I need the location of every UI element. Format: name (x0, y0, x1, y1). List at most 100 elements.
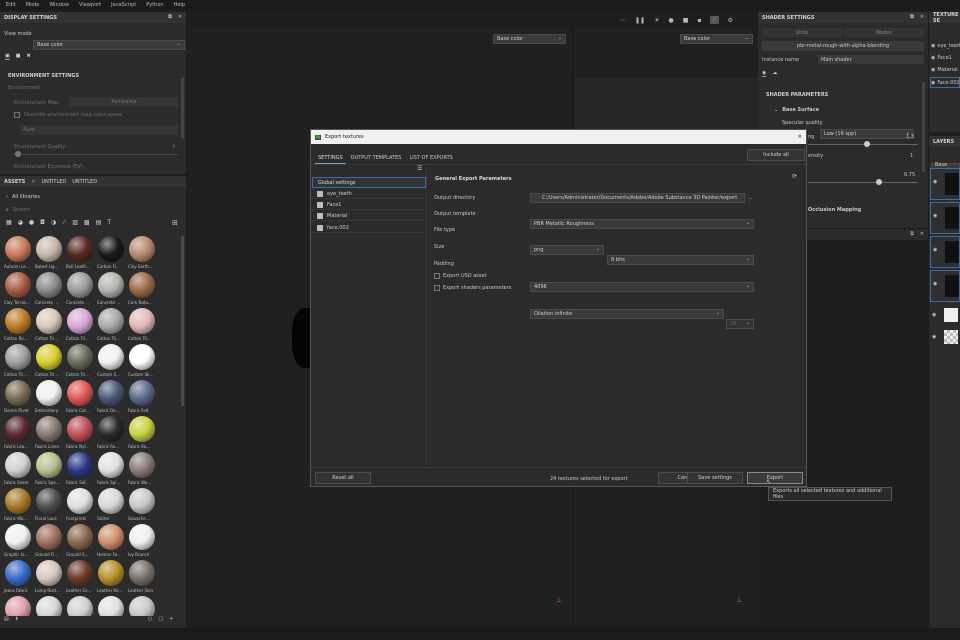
asset-tile[interactable]: Jeans Fabric (4, 560, 32, 598)
settings-icon[interactable]: ⚙ (728, 17, 733, 24)
asset-tile[interactable]: Fabric Ro... (97, 416, 125, 454)
padding-number[interactable]: 16 ⌄ (726, 319, 754, 329)
menu-help[interactable]: Help (174, 2, 185, 8)
asset-tile[interactable]: Concrete ... (35, 272, 63, 310)
asset-tile[interactable]: Fabric Nyl... (66, 416, 94, 454)
tree-item-material[interactable]: Material (311, 211, 425, 221)
menu-mode[interactable]: Mode (26, 2, 40, 8)
tab-settings[interactable]: SETTINGS (315, 153, 346, 164)
eye-icon[interactable]: ◉ (932, 334, 936, 340)
save-settings-button[interactable]: Save settings (687, 472, 743, 484)
reset-all-button[interactable]: Reset all (315, 472, 371, 484)
asset-tile[interactable] (66, 596, 94, 616)
layer-row[interactable]: ◉ (930, 270, 960, 302)
asset-tile[interactable]: Glitter (97, 488, 125, 526)
asset-tile[interactable]: Human Fe... (97, 524, 125, 562)
sun-icon[interactable]: ☀ (654, 17, 659, 24)
all-libraries-row[interactable]: › All libraries (6, 194, 40, 200)
asset-tile[interactable]: Ground S... (66, 524, 94, 562)
grid-icon[interactable]: ⋯ (620, 17, 626, 24)
asset-tile[interactable]: Floral Lace (35, 488, 63, 526)
tab-list-of-exports[interactable]: LIST OF EXPORTS (406, 153, 455, 164)
import-icon[interactable]: ⇟ (15, 616, 19, 622)
specular-quality-dropdown[interactable]: Low (16 spp) ⌄ (820, 129, 914, 139)
tree-item-eye-teeth[interactable]: eye_teeth (311, 189, 425, 199)
square-icon[interactable]: □ (158, 616, 163, 622)
eye-icon[interactable]: ◉ (931, 55, 935, 61)
menu-viewport[interactable]: Viewport (79, 2, 101, 8)
output-template-dropdown[interactable]: PBR Metallic Roughness ⌄ (530, 219, 754, 229)
asset-tile[interactable]: Embroidery (35, 380, 63, 418)
bit-depth-dropdown[interactable]: 8 bits ⌄ (607, 255, 754, 265)
asset-tile[interactable]: Custom Sk... (128, 344, 156, 382)
menu-python[interactable]: Python (146, 2, 163, 8)
checkbox[interactable] (317, 212, 323, 219)
asset-tile[interactable]: Fabric Ro... (128, 416, 156, 454)
viewport-left-mode[interactable]: Base color ⌄ (493, 34, 566, 44)
asset-tile[interactable] (97, 596, 125, 616)
asset-tile[interactable]: Fabric Sof... (66, 452, 94, 490)
search-input[interactable]: Search (13, 207, 30, 213)
asset-tile[interactable]: Cotton Tri... (66, 344, 94, 382)
asset-tile[interactable]: Graphic Io... (4, 524, 32, 562)
camera-icon[interactable]: ■ (683, 17, 689, 24)
asset-tile[interactable] (4, 596, 32, 616)
slider3-handle[interactable] (876, 179, 882, 185)
close-icon[interactable]: ✕ (798, 134, 802, 140)
texture-set-row-3[interactable]: ◉ Material (931, 67, 958, 73)
asset-tile[interactable]: Fabric Wo... (128, 452, 156, 490)
eye-icon[interactable]: ◉ (933, 281, 937, 287)
asset-tile[interactable]: Carbon Fi... (97, 236, 125, 274)
global-settings-item[interactable]: Global settings (312, 177, 426, 188)
alpha-filter-icon[interactable]: ▩ (84, 219, 90, 227)
env-map-button[interactable]: Panorama (70, 97, 178, 107)
close-icon[interactable]: ✕ (920, 231, 924, 237)
shader-sphere-icon[interactable]: ◉ (762, 70, 767, 77)
output-dir-field[interactable]: C:/Users/Administrator/Documents/Adobe/A… (530, 193, 745, 203)
close-icon[interactable]: ✕ (31, 179, 35, 185)
asset-tile[interactable]: Bull Leath... (66, 236, 94, 274)
asset-tile[interactable]: Ivy Branch (128, 524, 156, 562)
tree-item-face1[interactable]: Face1 (311, 200, 425, 210)
smart-material-filter-icon[interactable]: ◘ (40, 219, 45, 227)
asset-tile[interactable]: Lamp Rust... (35, 560, 63, 598)
list-view-icon[interactable]: ☰ (417, 165, 422, 172)
material-filter-icon[interactable]: ◕ (18, 219, 23, 227)
texture-set-row-2[interactable]: ◉ Face1 (931, 55, 952, 61)
asset-tile[interactable]: Fabric Cot... (66, 380, 94, 418)
brush-icon[interactable]: ⟋ (710, 16, 719, 24)
asset-tile[interactable]: Leather Skin (128, 560, 156, 598)
asset-tile[interactable]: Fabric Lea... (4, 416, 32, 454)
asset-tile[interactable]: Autumn Le... (4, 236, 32, 274)
layer-row[interactable]: ◉ (930, 168, 960, 200)
shader-selector[interactable]: pbr-metal-rough-with-alpha-blending (762, 41, 924, 51)
texture-set-row-4[interactable]: ◉ Face.002 (930, 77, 960, 88)
asset-tile[interactable] (35, 596, 63, 616)
checkbox[interactable] (317, 201, 323, 208)
eye-icon[interactable]: ◉ (931, 43, 935, 49)
padding-dropdown[interactable]: Dilation infinite ⌄ (530, 309, 724, 319)
asset-tile[interactable]: Cotton Tri... (4, 344, 32, 382)
instance-name-input[interactable]: Main shader (818, 55, 924, 64)
eye-icon[interactable]: ◉ (933, 179, 937, 185)
text-filter-icon[interactable]: T (107, 219, 111, 227)
tab-output-templates[interactable]: OUTPUT TEMPLATES (348, 153, 405, 164)
tab-untitled-1[interactable]: UNTITLED (41, 179, 66, 185)
asset-tile[interactable]: Cotton Tri... (35, 308, 63, 346)
asset-tile[interactable]: Cotton Tri... (35, 344, 63, 382)
layer-row[interactable]: ◉ (930, 328, 960, 348)
asset-tile[interactable]: Custom S... (97, 344, 125, 382)
menu-edit[interactable]: Edit (6, 2, 16, 8)
asset-tile[interactable]: Fabric De... (97, 380, 125, 418)
view-mode-dropdown[interactable]: Base color ⌄ (33, 40, 185, 50)
file-type-dropdown[interactable]: png ⌄ (530, 245, 604, 255)
asset-tile[interactable]: Clay Terras... (4, 272, 32, 310)
shader-scrollbar[interactable] (922, 82, 925, 172)
eye-icon[interactable]: ◉ (932, 312, 936, 318)
units-tab[interactable]: Units (762, 28, 842, 37)
texture-set-row-1[interactable]: ◉ eye_teeth (931, 43, 960, 49)
asset-tile[interactable]: Cotton Ro... (4, 308, 32, 346)
asset-tile[interactable]: Cotton Tri... (97, 308, 125, 346)
screenshot-icon[interactable]: ▪ (697, 17, 701, 24)
slider3-track[interactable] (808, 182, 918, 183)
